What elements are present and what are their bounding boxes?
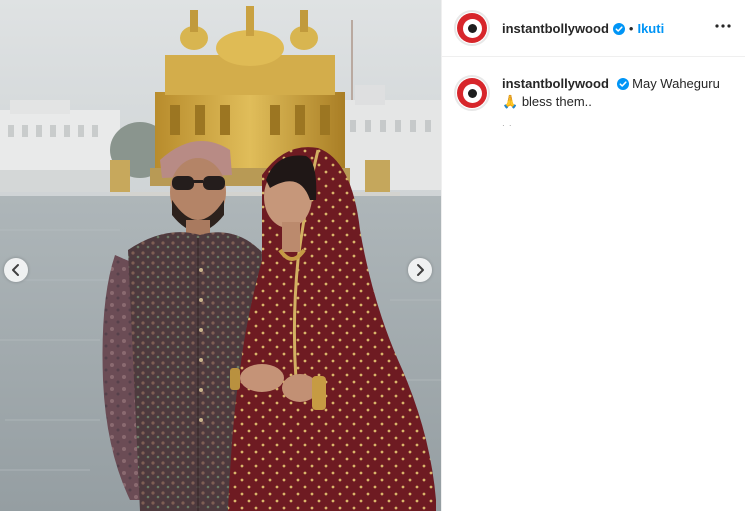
caption: instantbollywood May Waheguru 🙏 bless th… xyxy=(442,57,745,111)
chevron-left-icon xyxy=(9,263,23,277)
post-header: instantbollywood • Ikuti xyxy=(442,0,745,57)
caption-line-2: bless them.. xyxy=(521,94,592,109)
verified-badge-icon xyxy=(616,77,629,90)
caption-text: instantbollywood May Waheguru 🙏 bless th… xyxy=(502,75,732,111)
next-image-button[interactable] xyxy=(408,258,432,282)
post-side-panel: instantbollywood • Ikuti instantbollywoo… xyxy=(441,0,745,511)
account-username[interactable]: instantbollywood xyxy=(502,21,609,36)
more-options-icon[interactable] xyxy=(713,16,733,36)
avatar-logo xyxy=(457,13,487,43)
chevron-right-icon xyxy=(413,263,427,277)
follow-button[interactable]: Ikuti xyxy=(637,21,664,36)
post-photo xyxy=(0,0,441,511)
avatar[interactable] xyxy=(454,10,490,46)
caption-meta: · · xyxy=(502,121,513,130)
separator-dot: • xyxy=(628,20,634,36)
caption-username[interactable]: instantbollywood xyxy=(502,76,609,91)
verified-badge-icon xyxy=(612,22,625,35)
post-media[interactable] xyxy=(0,0,441,511)
instagram-post: instantbollywood • Ikuti instantbollywoo… xyxy=(0,0,745,511)
praying-hands-icon: 🙏 xyxy=(502,94,519,109)
avatar-logo xyxy=(457,78,487,108)
previous-image-button[interactable] xyxy=(4,258,28,282)
caption-line-1: May Waheguru xyxy=(632,76,720,91)
caption-avatar[interactable] xyxy=(454,75,490,111)
